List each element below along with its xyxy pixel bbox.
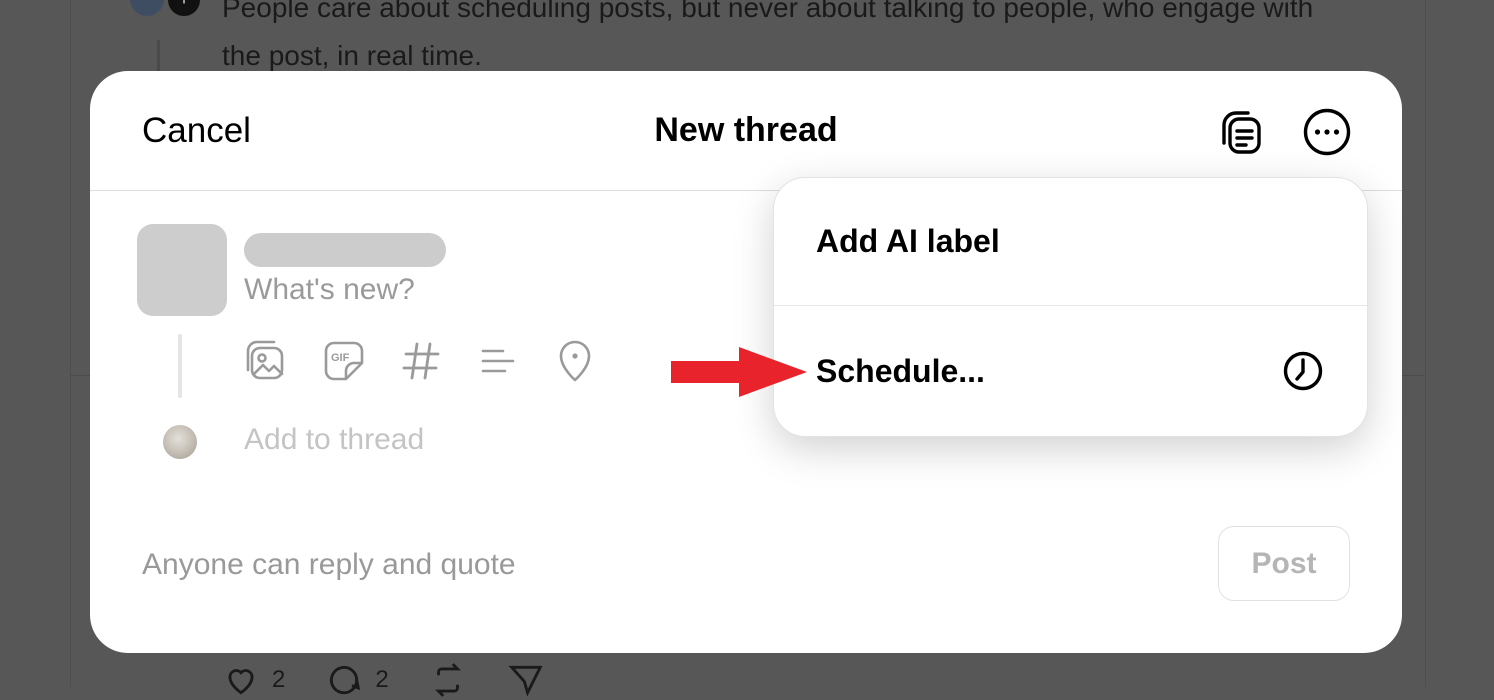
poll-button[interactable]	[474, 337, 522, 385]
more-options-menu: Add AI label Schedule...	[773, 177, 1368, 437]
share-action[interactable]	[507, 660, 545, 700]
post-avatar	[130, 0, 164, 16]
composer-thread-line	[178, 334, 182, 398]
gif-button[interactable]: GIF	[320, 337, 368, 385]
comment-count: 2	[375, 666, 389, 693]
annotation-arrow	[671, 347, 809, 397]
repost-icon	[434, 663, 461, 697]
user-avatar	[137, 224, 227, 316]
thread-avatar	[163, 425, 197, 459]
clock-icon	[1281, 349, 1325, 393]
menu-item-label: Add AI label	[816, 223, 1000, 259]
like-action[interactable]: 2	[222, 660, 285, 700]
hashtag-icon	[402, 342, 440, 380]
gif-icon: GIF	[324, 341, 364, 381]
composer-toolbar: GIF	[243, 337, 599, 385]
post-text: People care about scheduling posts, but …	[222, 0, 1314, 71]
reply-setting-button[interactable]: Anyone can reply and quote	[142, 548, 516, 582]
drafts-button[interactable]	[1214, 105, 1268, 159]
more-icon	[1303, 108, 1351, 156]
post-text-input[interactable]: What's new?	[244, 273, 415, 307]
post-actions: 2 2	[222, 660, 545, 700]
like-count: 2	[272, 666, 286, 693]
add-to-thread-input[interactable]: Add to thread	[244, 423, 424, 457]
location-icon	[559, 340, 591, 382]
post-button[interactable]: Post	[1218, 526, 1350, 601]
modal-header: Cancel New thread	[90, 71, 1402, 191]
modal-title: New thread	[654, 111, 838, 149]
hashtag-button[interactable]	[397, 337, 445, 385]
send-icon	[508, 665, 543, 697]
comment-action[interactable]: 2	[325, 660, 389, 700]
location-button[interactable]	[551, 337, 599, 385]
username-redacted	[244, 233, 446, 267]
media-icon	[246, 340, 284, 380]
comment-icon	[330, 665, 361, 695]
post-avatar-stack: +	[130, 0, 204, 18]
repost-action[interactable]	[429, 660, 467, 700]
more-options-button[interactable]	[1300, 105, 1354, 159]
heart-icon	[228, 669, 254, 695]
attach-media-button[interactable]	[243, 337, 291, 385]
svg-text:GIF: GIF	[331, 352, 350, 364]
menu-item-label: Schedule...	[816, 352, 985, 389]
menu-item-schedule[interactable]: Schedule...	[774, 307, 1367, 435]
menu-item-add-ai-label[interactable]: Add AI label	[774, 178, 1367, 306]
drafts-icon	[1222, 111, 1261, 154]
follow-badge: +	[166, 0, 202, 18]
poll-icon	[481, 349, 515, 373]
